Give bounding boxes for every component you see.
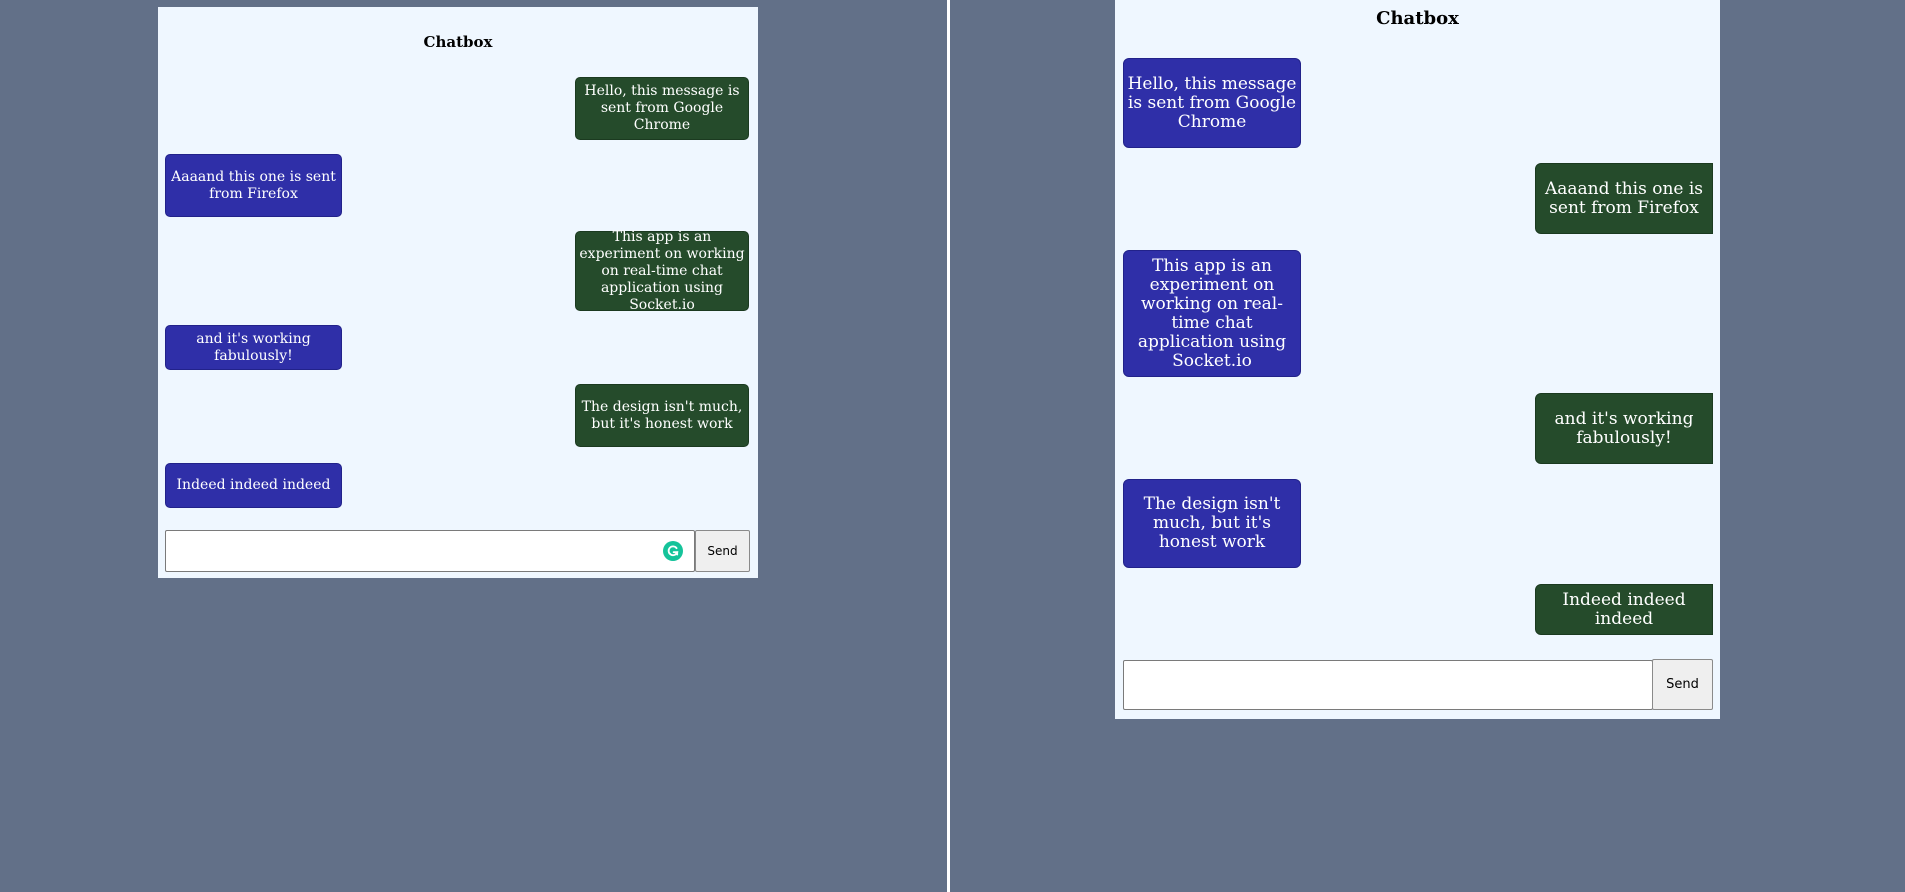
- message-text: Hello, this message is sent from Google …: [584, 83, 740, 133]
- message-bubble-sent: Hello, this message is sent from Google …: [575, 77, 749, 140]
- message-text: Aaaand this one is sent from Firefox: [171, 168, 336, 202]
- firefox-window: Chatbox Hello, this message is sent from…: [950, 0, 1905, 892]
- message-text: The design isn't much, but it's honest w…: [581, 398, 743, 432]
- message-text: and it's working fabulously!: [1554, 408, 1694, 448]
- message-bubble-received: The design isn't much, but it's honest w…: [1123, 479, 1301, 568]
- chatbox-title: Chatbox: [423, 33, 493, 51]
- message-bubble-sent: This app is an experiment on working on …: [575, 228, 749, 313]
- message-bubble-received: This app is an experiment on working on …: [1123, 250, 1301, 377]
- message-text: This app is an experiment on working on …: [579, 228, 745, 313]
- message-text: This app is an experiment on working on …: [1137, 255, 1287, 371]
- message-text: Indeed indeed indeed: [176, 477, 331, 493]
- chatbox-panel: Chatbox Hello, this message is sent from…: [158, 7, 758, 578]
- message-text: Hello, this message is sent from Google …: [1127, 73, 1297, 132]
- send-button[interactable]: Send: [695, 530, 750, 572]
- message-bubble-sent: and it's working fabulously!: [1535, 393, 1713, 464]
- message-bubble-received: Indeed indeed indeed: [165, 463, 342, 508]
- chatbox-panel: Chatbox Hello, this message is sent from…: [1115, 0, 1720, 719]
- grammarly-icon[interactable]: [663, 541, 683, 561]
- message-bubble-received: Aaaand this one is sent from Firefox: [165, 154, 342, 217]
- chatbox-title: Chatbox: [1376, 8, 1459, 29]
- message-text: Indeed indeed indeed: [1562, 589, 1686, 629]
- message-text: The design isn't much, but it's honest w…: [1143, 494, 1281, 552]
- message-text: and it's working fabulously!: [196, 330, 311, 364]
- message-bubble-sent: Aaaand this one is sent from Firefox: [1535, 163, 1713, 234]
- message-text: Aaaand this one is sent from Firefox: [1544, 178, 1704, 218]
- message-bubble-received: and it's working fabulously!: [165, 325, 342, 370]
- message-input[interactable]: [1123, 660, 1653, 710]
- chrome-window: Chatbox Hello, this message is sent from…: [0, 0, 947, 892]
- send-button[interactable]: Send: [1652, 659, 1713, 710]
- message-bubble-sent: The design isn't much, but it's honest w…: [575, 384, 749, 447]
- message-input[interactable]: [165, 530, 695, 572]
- message-bubble-sent: Indeed indeed indeed: [1535, 584, 1713, 635]
- message-bubble-received: Hello, this message is sent from Google …: [1123, 58, 1301, 148]
